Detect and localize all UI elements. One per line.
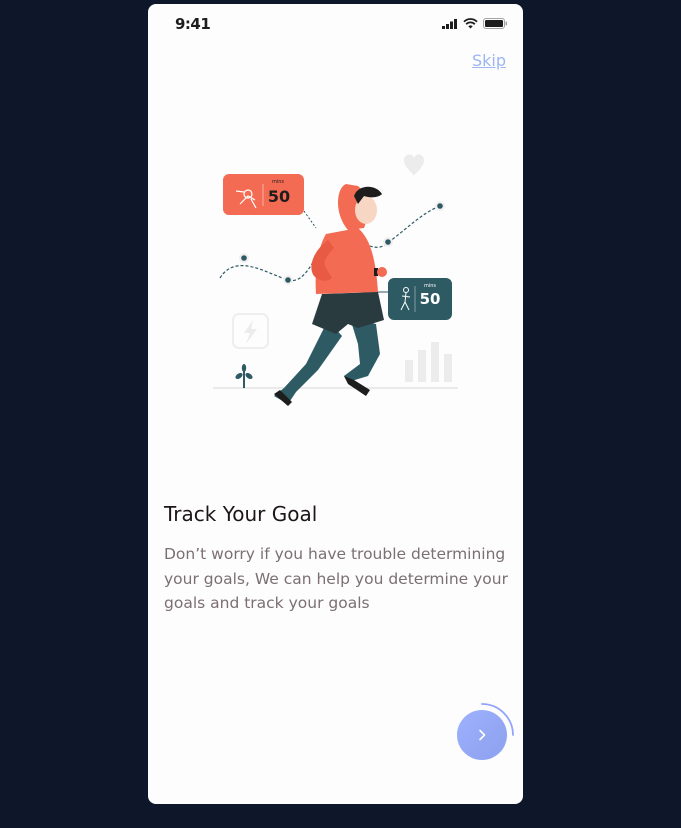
onboarding-description: Don’t worry if you have trouble determin…	[164, 545, 508, 612]
card-2-value: 50	[420, 290, 441, 308]
onboarding-screen: 9:41 Skip mins 50 mins 50 Track Your Goa…	[148, 4, 523, 804]
running-illustration: mins 50 mins 50	[213, 154, 458, 406]
next-button[interactable]	[457, 710, 507, 760]
card-1-value: 50	[268, 187, 290, 206]
card-2-label: mins	[424, 283, 436, 289]
next-button-container	[449, 699, 519, 769]
battery-icon	[483, 18, 507, 29]
runner-figure	[274, 184, 387, 406]
status-bar: 9:41	[148, 4, 523, 44]
chevron-right-icon	[479, 729, 486, 741]
heart-icon	[404, 154, 424, 176]
exercise-stat-card: mins 50	[223, 174, 304, 215]
status-icons	[442, 18, 508, 29]
onboarding-title: Track Your Goal	[164, 502, 318, 526]
walking-stat-card: mins 50	[388, 278, 452, 320]
skip-link[interactable]: Skip	[472, 51, 506, 70]
wifi-icon	[463, 18, 478, 29]
signal-icon	[442, 18, 457, 29]
status-time: 9:41	[175, 15, 211, 33]
card-1-label: mins	[272, 179, 284, 185]
